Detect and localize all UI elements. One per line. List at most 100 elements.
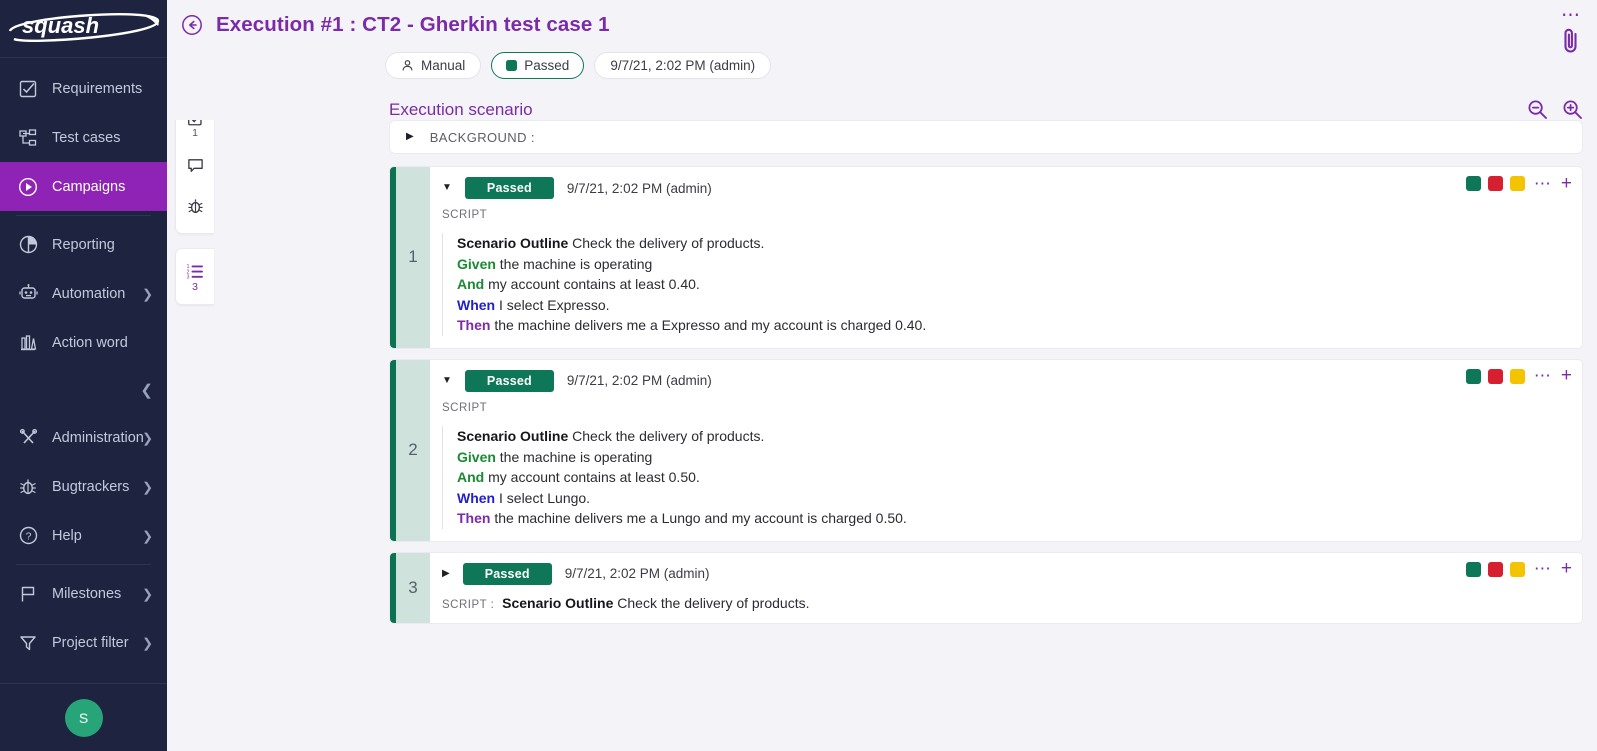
sidebar-item-label: Help xyxy=(52,527,82,544)
scenario-header: ▶ Passed 9/7/21, 2:02 PM (admin) xyxy=(442,562,1582,585)
chip-status-passed[interactable]: Passed xyxy=(491,52,585,79)
chip-mode-manual[interactable]: Manual xyxy=(385,52,482,79)
sidebar-collapse-button[interactable]: ❮ xyxy=(0,367,167,413)
row-actions: ⋯ + xyxy=(1465,366,1572,385)
chevron-right-icon: ❯ xyxy=(142,528,153,543)
row-add-button[interactable]: + xyxy=(1561,366,1572,385)
app-root: squash Requirements Test cases Campaigns… xyxy=(0,0,1597,751)
row-add-button[interactable]: + xyxy=(1561,174,1572,193)
sidebar-item-label: Campaigns xyxy=(52,178,126,195)
sidebar-item-project-filter[interactable]: Project filter ❯ xyxy=(0,618,167,667)
zoom-out-button[interactable] xyxy=(1527,99,1548,120)
rail-count: 1 xyxy=(192,127,198,140)
status-badge[interactable]: Passed xyxy=(462,562,552,585)
status-badge[interactable]: Passed xyxy=(464,369,554,392)
svg-text:3: 3 xyxy=(187,274,190,280)
gherkin-keyword: Then xyxy=(457,317,491,334)
attachment-button[interactable] xyxy=(1559,26,1583,56)
pass-square-button[interactable] xyxy=(1465,176,1481,191)
chevron-left-icon: ❮ xyxy=(140,382,153,399)
scenario-date: 9/7/21, 2:02 PM (admin) xyxy=(566,180,712,196)
section-title: Execution scenario xyxy=(389,99,533,119)
sidebar-footer: S xyxy=(0,683,167,751)
rail-count: 3 xyxy=(192,280,198,293)
rail-button-steps[interactable]: 123 3 xyxy=(176,257,215,298)
rail-card-steps: 123 3 xyxy=(175,248,214,305)
gherkin-text: the machine is operating xyxy=(495,255,653,272)
scenario-number: 2 xyxy=(396,359,430,541)
scenario-row: 2 ▼ Passed 9/7/21, 2:02 PM (admin) SCRIP… xyxy=(389,358,1583,542)
status-square-icon xyxy=(506,60,518,71)
gherkin-text: Check the delivery of products. xyxy=(568,427,765,444)
play-circle-icon xyxy=(16,175,40,199)
pass-square-button[interactable] xyxy=(1465,368,1481,384)
gherkin-script: Scenario Outline Check the delivery of p… xyxy=(442,425,1582,529)
scenario-row: 3 ▶ Passed 9/7/21, 2:02 PM (admin) SCRIP… xyxy=(389,551,1583,624)
caret-right-icon[interactable]: ▶ xyxy=(442,568,450,579)
row-add-button[interactable]: + xyxy=(1561,559,1572,578)
person-icon xyxy=(402,60,413,71)
sidebar-item-automation[interactable]: Automation ❯ xyxy=(0,269,167,318)
sidebar-item-bugtrackers[interactable]: Bugtrackers ❯ xyxy=(0,462,167,511)
blocked-square-button[interactable] xyxy=(1509,176,1525,191)
row-overflow-menu-button[interactable]: ⋯ xyxy=(1534,560,1552,577)
zoom-in-button[interactable] xyxy=(1562,99,1583,120)
squash-logo-icon: squash xyxy=(8,13,160,42)
scenario-number: 1 xyxy=(396,167,430,348)
funnel-filter-icon xyxy=(16,631,40,655)
background-row[interactable]: ▶ BACKGROUND : xyxy=(389,120,1583,154)
sidebar-item-milestones[interactable]: Milestones ❯ xyxy=(0,569,167,618)
chip-label: Manual xyxy=(421,58,466,73)
chip-label: Passed xyxy=(524,58,570,73)
rail-button-tasks[interactable]: 1 xyxy=(176,120,215,145)
sidebar-item-test-cases[interactable]: Test cases xyxy=(0,113,167,162)
rail-button-comments[interactable] xyxy=(176,145,215,186)
sidebar-item-campaigns[interactable]: Campaigns xyxy=(0,162,167,211)
fail-square-button[interactable] xyxy=(1487,561,1503,577)
caret-right-icon[interactable]: ▶ xyxy=(406,132,414,142)
app-logo[interactable]: squash xyxy=(0,0,167,58)
gherkin-keyword: Scenario Outline xyxy=(457,427,569,444)
chip-execution-date[interactable]: 9/7/21, 2:02 PM (admin) xyxy=(594,52,772,79)
chevron-right-icon: ❯ xyxy=(142,635,153,650)
title-row: Execution #1 : CT2 - Gherkin test case 1 xyxy=(167,10,1597,40)
fail-square-button[interactable] xyxy=(1487,176,1503,191)
pass-square-button[interactable] xyxy=(1465,561,1481,577)
rail-button-bugs[interactable] xyxy=(176,186,215,227)
background-label: BACKGROUND : xyxy=(429,129,535,145)
scenario-date: 9/7/21, 2:02 PM (admin) xyxy=(566,373,712,389)
scenario-number: 3 xyxy=(396,552,430,623)
gherkin-text: I select Expresso. xyxy=(495,296,610,313)
sidebar-item-administration[interactable]: Administration ❯ xyxy=(0,413,167,462)
scenario-body: ▼ Passed 9/7/21, 2:02 PM (admin) SCRIPT … xyxy=(430,167,1582,348)
gherkin-text: Check the delivery of products. xyxy=(613,594,810,611)
zoom-in-icon xyxy=(1563,100,1582,119)
back-button[interactable] xyxy=(177,10,207,40)
status-badge[interactable]: Passed xyxy=(464,177,554,199)
fail-square-button[interactable] xyxy=(1487,368,1503,384)
sidebar-item-action-word[interactable]: Action word xyxy=(0,318,167,367)
ordered-list-icon: 123 xyxy=(187,264,203,280)
sidebar-item-label: Requirements xyxy=(52,80,143,97)
caret-down-icon[interactable]: ▼ xyxy=(442,183,452,193)
sidebar-item-help[interactable]: ? Help ❯ xyxy=(0,511,167,560)
chevron-right-icon: ❯ xyxy=(142,430,153,445)
row-overflow-menu-button[interactable]: ⋯ xyxy=(1534,175,1552,192)
sidebar-item-label: Reporting xyxy=(52,236,115,253)
gherkin-text: the machine delivers me a Lungo and my a… xyxy=(490,510,907,527)
header-overflow-menu-button[interactable]: ⋯ xyxy=(1561,6,1581,25)
sidebar-divider xyxy=(16,564,151,565)
sidebar-divider xyxy=(16,215,151,216)
script-label: SCRIPT xyxy=(442,209,488,221)
sidebar-item-requirements[interactable]: Requirements xyxy=(0,64,167,113)
bug-icon xyxy=(187,199,203,214)
sidebar-item-reporting[interactable]: Reporting xyxy=(0,220,167,269)
row-actions: ⋯ + xyxy=(1465,174,1572,193)
caret-down-icon[interactable]: ▼ xyxy=(442,375,452,386)
chip-label: 9/7/21, 2:02 PM (admin) xyxy=(610,58,756,73)
avatar[interactable]: S xyxy=(64,698,103,737)
row-overflow-menu-button[interactable]: ⋯ xyxy=(1534,367,1552,384)
header-actions: ⋯ xyxy=(1559,6,1583,56)
blocked-square-button[interactable] xyxy=(1509,561,1525,577)
blocked-square-button[interactable] xyxy=(1509,368,1525,384)
